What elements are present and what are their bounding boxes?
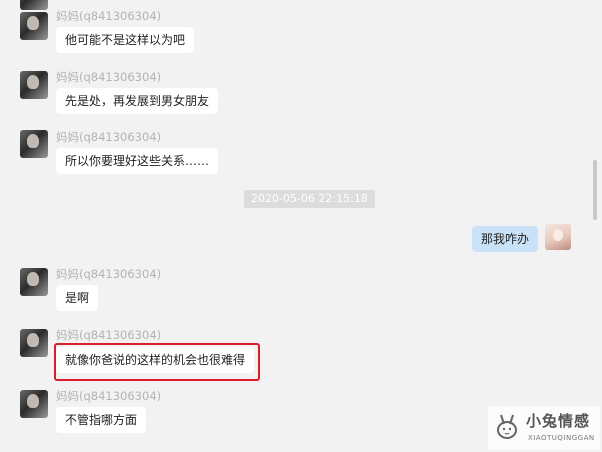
contact-avatar[interactable]	[20, 390, 48, 418]
message-bubble: 不管指哪方面	[56, 407, 147, 433]
sender-name: 妈妈(q841306304)	[56, 130, 162, 144]
contact-avatar[interactable]	[20, 71, 48, 99]
contact-avatar[interactable]	[20, 268, 48, 296]
contact-avatar[interactable]	[20, 130, 48, 158]
sender-name: 妈妈(q841306304)	[56, 70, 162, 84]
contact-avatar[interactable]	[20, 12, 48, 40]
watermark-subtitle: XIAOTUQINGGAN	[528, 434, 595, 442]
contact-avatar[interactable]	[20, 329, 48, 357]
message-timestamp: 2020-05-06 22:15:18	[244, 190, 375, 208]
my-avatar[interactable]	[545, 224, 571, 250]
sender-name: 妈妈(q841306304)	[56, 267, 162, 281]
watermark: 小兔情感 XIAOTUQINGGAN	[488, 406, 600, 450]
scrollbar[interactable]	[593, 160, 597, 220]
message-bubble: 是啊	[56, 285, 99, 311]
contact-avatar[interactable]	[20, 0, 48, 10]
watermark-title: 小兔情感	[526, 412, 591, 430]
sender-name: 妈妈(q841306304)	[56, 328, 162, 342]
message-bubble: 所以你要理好这些关系……	[56, 148, 219, 174]
message-bubble: 先是处，再发展到男女朋友	[56, 88, 219, 114]
sender-name: 妈妈(q841306304)	[56, 9, 162, 23]
sender-name: 妈妈(q841306304)	[56, 389, 162, 403]
rabbit-logo-icon	[497, 414, 517, 439]
message-bubble: 他可能不是这样以为吧	[56, 27, 195, 53]
chat-window: 妈妈(q841306304) 他可能不是这样以为吧 妈妈(q841306304)…	[0, 0, 602, 452]
my-message-bubble: 那我咋办	[472, 226, 539, 252]
highlight-box	[54, 343, 260, 381]
